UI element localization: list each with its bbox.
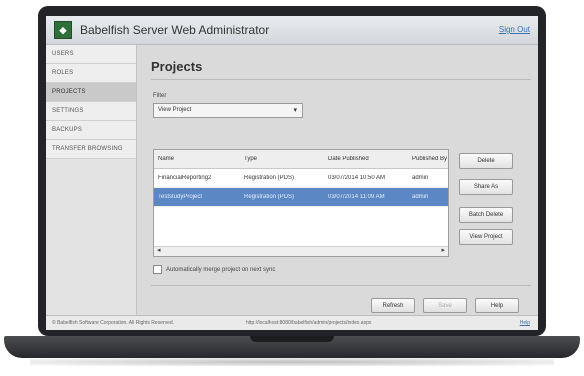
- column-header-date-published[interactable]: Date Published: [324, 156, 408, 162]
- page-title: Projects: [151, 59, 203, 74]
- filter-selected-value: View Project: [158, 107, 192, 113]
- table-cell: TeststudyProject: [158, 194, 203, 200]
- scroll-right-icon[interactable]: ▸: [441, 246, 445, 254]
- delete-button[interactable]: Delete: [459, 153, 513, 169]
- main-panel: Projects Filter View Project ▾ Name Type…: [137, 45, 538, 315]
- table-cell: admin: [412, 194, 429, 200]
- app-logo-icon: ◆: [54, 21, 72, 39]
- horizontal-scrollbar[interactable]: ◂ ▸: [154, 246, 448, 256]
- refresh-button[interactable]: Refresh: [371, 298, 415, 313]
- sidebar-item-users[interactable]: USERS: [46, 45, 136, 64]
- column-header-name[interactable]: Name: [154, 156, 240, 162]
- column-header-published-by[interactable]: Published By: [408, 156, 448, 162]
- auto-merge-checkbox[interactable]: [153, 265, 162, 274]
- laptop-notch: [250, 336, 334, 342]
- table-cell: 03/07/2014 10:50 AM: [328, 175, 386, 181]
- table-header: Name Type Date Published Published By: [154, 150, 448, 169]
- laptop-shadow: [30, 358, 554, 366]
- batch-delete-button[interactable]: Batch Delete: [459, 207, 513, 223]
- sidebar-item-transfer-browsing[interactable]: TRANSFER BROWSING: [46, 140, 136, 159]
- share-as-button[interactable]: Share As: [459, 179, 513, 195]
- status-bar: © Babelfish Software Corporation. All Ri…: [46, 315, 538, 330]
- app-titlebar: ◆ Babelfish Server Web Administrator Sig…: [46, 16, 538, 45]
- sidebar-item-roles[interactable]: ROLES: [46, 64, 136, 83]
- table-cell: FinancialReporting2: [158, 175, 212, 181]
- filter-label: Filter: [153, 93, 167, 99]
- chevron-down-icon: ▾: [293, 107, 297, 114]
- bottom-divider: [151, 285, 531, 286]
- sidebar-item-projects[interactable]: PROJECTS: [46, 83, 136, 102]
- table-cell: Registration (PDS): [244, 194, 295, 200]
- auto-merge-label: Automatically merge project on next sync: [166, 266, 276, 273]
- app-title: Babelfish Server Web Administrator: [80, 23, 270, 37]
- table-cell: 03/07/2014 11:09 AM: [328, 194, 385, 200]
- scroll-left-icon[interactable]: ◂: [157, 246, 161, 254]
- projects-table: Name Type Date Published Published By Fi…: [153, 149, 449, 257]
- title-divider: [151, 79, 531, 80]
- table-cell: Registration (PDS): [244, 175, 295, 181]
- status-url: http://localhost:8080/babelfish/admin/pr…: [246, 320, 372, 326]
- table-cell: admin: [412, 175, 429, 181]
- table-row[interactable]: FinancialReporting2 Registration (PDS) 0…: [154, 169, 448, 188]
- sidebar-item-backups[interactable]: BACKUPS: [46, 121, 136, 140]
- table-row-selected[interactable]: TeststudyProject Registration (PDS) 03/0…: [154, 188, 448, 207]
- sidebar-item-settings[interactable]: SETTINGS: [46, 102, 136, 121]
- auto-merge-option[interactable]: Automatically merge project on next sync: [153, 265, 275, 274]
- help-button[interactable]: Help: [475, 298, 519, 313]
- column-header-type[interactable]: Type: [240, 156, 324, 162]
- sidebar: USERS ROLES PROJECTS SETTINGS BACKUPS TR…: [46, 45, 137, 315]
- sign-out-link[interactable]: Sign Out: [499, 25, 530, 34]
- save-button[interactable]: Save: [423, 298, 467, 313]
- laptop-screen: ◆ Babelfish Server Web Administrator Sig…: [46, 16, 538, 330]
- status-help-link[interactable]: Help: [520, 316, 530, 330]
- copyright-text: © Babelfish Software Corporation. All Ri…: [52, 320, 175, 326]
- filter-select[interactable]: View Project ▾: [153, 103, 303, 118]
- view-project-button[interactable]: View Project: [459, 229, 513, 245]
